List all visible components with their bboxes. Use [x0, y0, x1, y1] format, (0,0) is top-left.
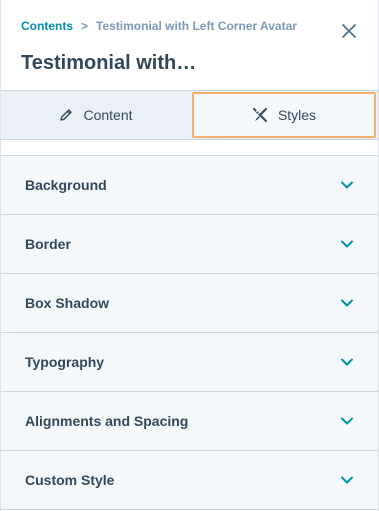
section-typography[interactable]: Typography: [1, 333, 378, 392]
breadcrumb: Contents > Testimonial with Left Corner …: [21, 19, 297, 33]
section-custom-style[interactable]: Custom Style: [1, 451, 378, 510]
tab-styles-label: Styles: [277, 107, 317, 123]
section-border[interactable]: Border: [1, 215, 378, 274]
pencil-icon: [59, 108, 73, 122]
section-background[interactable]: Background: [1, 156, 378, 215]
chevron-down-icon: [340, 239, 354, 249]
section-alignments-spacing[interactable]: Alignments and Spacing: [1, 392, 378, 451]
section-label: Typography: [25, 354, 105, 370]
breadcrumb-current: Testimonial with Left Corner Avatar: [96, 19, 297, 33]
breadcrumb-contents-link[interactable]: Contents: [21, 19, 73, 33]
brush-ruler-icon: [252, 107, 268, 123]
section-label: Background: [25, 177, 107, 193]
chevron-down-icon: [340, 298, 354, 308]
section-label: Box Shadow: [25, 295, 110, 311]
panel-header: Contents > Testimonial with Left Corner …: [1, 0, 378, 90]
tab-bar: Content Styles: [1, 90, 378, 140]
chevron-down-icon: [340, 416, 354, 426]
section-label: Custom Style: [25, 472, 115, 488]
section-label: Alignments and Spacing: [25, 413, 189, 429]
chevron-down-icon: [340, 357, 354, 367]
breadcrumb-separator: >: [81, 19, 89, 33]
chevron-down-icon: [340, 475, 354, 485]
tab-styles[interactable]: Styles: [192, 92, 376, 138]
styles-panel: Contents > Testimonial with Left Corner …: [0, 0, 379, 511]
tab-content[interactable]: Content: [1, 91, 191, 139]
close-icon: [342, 24, 356, 38]
chevron-down-icon: [340, 180, 354, 190]
page-title: Testimonial with…: [21, 52, 197, 74]
section-label: Border: [25, 236, 71, 252]
tab-content-label: Content: [83, 107, 133, 123]
close-button[interactable]: [339, 21, 359, 41]
style-sections: Background Border Box Shadow Typography …: [1, 155, 378, 510]
section-box-shadow[interactable]: Box Shadow: [1, 274, 378, 333]
